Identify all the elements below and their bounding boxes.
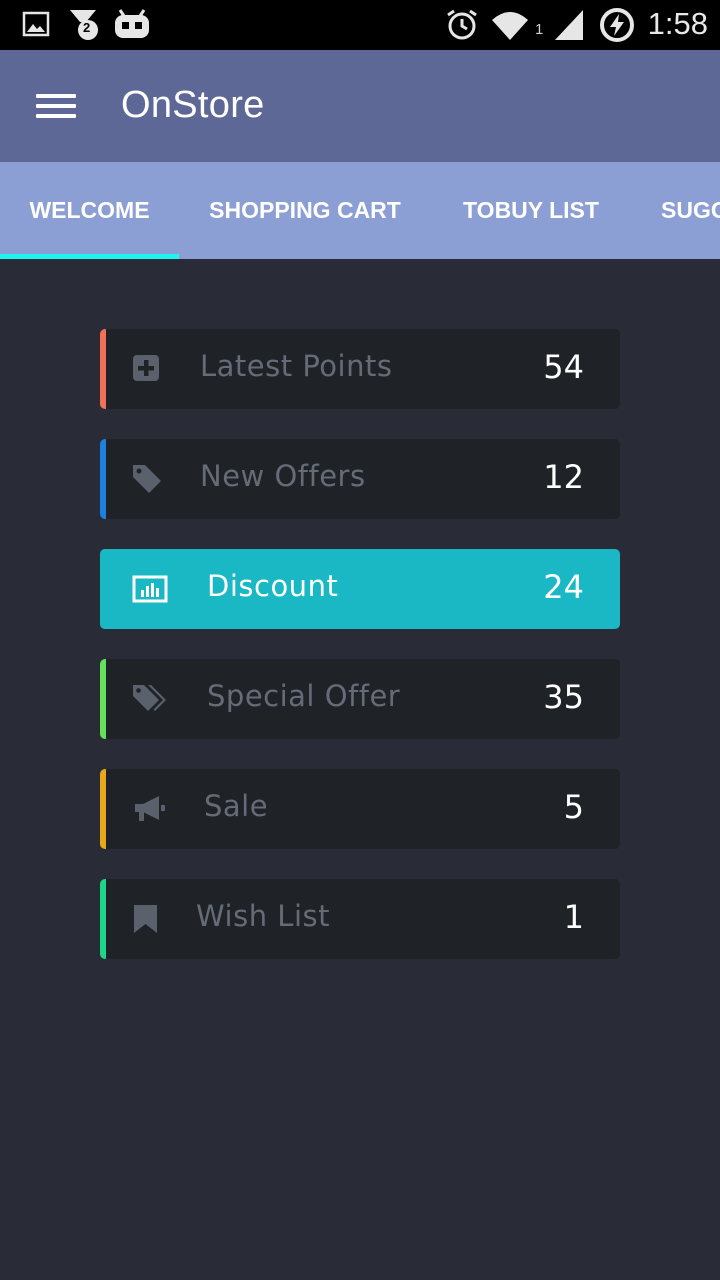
card-latest-points[interactable]: Latest Points 54	[100, 329, 620, 409]
card-discount[interactable]: Discount 24	[100, 549, 620, 629]
tab-tobuy-list[interactable]: TOBUY LIST	[431, 162, 631, 259]
card-accent	[100, 769, 106, 849]
tag-icon	[133, 465, 161, 493]
robot-icon	[115, 9, 149, 38]
tab-bar: WELCOME SHOPPING CART TOBUY LIST SUGG	[0, 162, 720, 259]
card-accent	[100, 659, 106, 739]
card-count: 12	[543, 458, 584, 496]
card-accent	[100, 439, 106, 519]
tab-indicator	[0, 254, 179, 259]
signal-icon	[555, 10, 583, 40]
image-icon	[22, 11, 50, 37]
bookmark-icon	[134, 905, 157, 933]
tags-icon	[133, 685, 166, 711]
card-label: New Offers	[200, 459, 366, 493]
tab-suggestions[interactable]: SUGG	[631, 162, 720, 259]
card-label: Latest Points	[200, 349, 393, 383]
card-wish-list[interactable]: Wish List 1	[100, 879, 620, 959]
notification-badge: 2	[83, 20, 91, 35]
card-accent	[100, 329, 106, 409]
card-label: Discount	[207, 569, 339, 603]
bar-chart-icon	[132, 575, 168, 603]
card-count: 1	[563, 898, 584, 936]
hamburger-menu-icon[interactable]	[28, 86, 84, 126]
wifi-icon	[492, 12, 528, 40]
card-special-offer[interactable]: Special Offer 35	[100, 659, 620, 739]
plus-square-icon	[133, 355, 159, 381]
card-count: 54	[543, 348, 584, 386]
battery-charging-icon	[600, 8, 634, 42]
card-new-offers[interactable]: New Offers 12	[100, 439, 620, 519]
card-label: Sale	[204, 789, 269, 823]
alarm-icon	[447, 9, 477, 40]
card-label: Special Offer	[207, 679, 401, 713]
tab-shopping-cart[interactable]: SHOPPING CART	[179, 162, 431, 259]
app-bar: OnStore	[0, 50, 720, 162]
card-label: Wish List	[196, 899, 330, 933]
status-bar: 2 1 1:58	[0, 0, 720, 50]
signal-sub-label: 1	[535, 21, 544, 38]
status-time: 1:58	[647, 6, 708, 41]
megaphone-icon	[135, 796, 165, 821]
card-count: 24	[543, 568, 584, 606]
app-title: OnStore	[121, 84, 265, 126]
card-sale[interactable]: Sale 5	[100, 769, 620, 849]
card-accent	[100, 879, 106, 959]
card-accent	[100, 549, 106, 629]
tab-welcome[interactable]: WELCOME	[0, 162, 179, 259]
card-count: 5	[563, 788, 584, 826]
card-count: 35	[543, 678, 584, 716]
